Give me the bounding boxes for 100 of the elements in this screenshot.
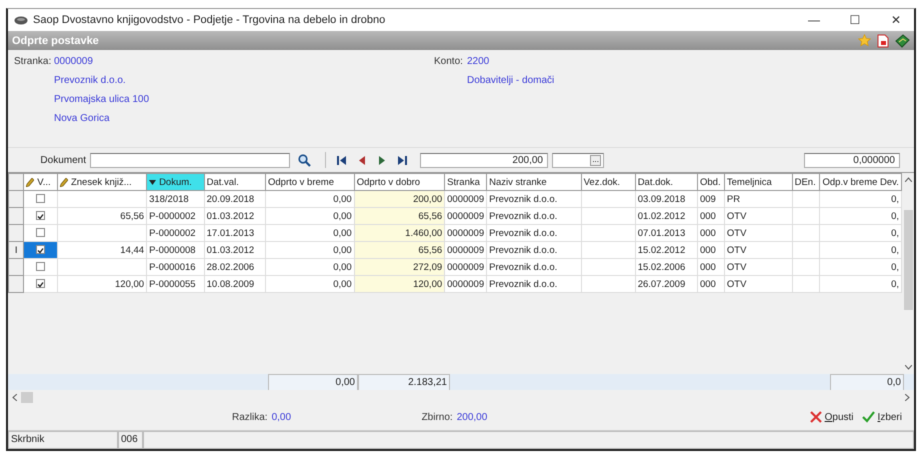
table-cell [792,190,820,208]
table-cell: 14,44 [57,242,147,258]
table-cell [581,242,636,258]
column-header[interactable]: Odprto v breme [265,174,354,190]
table-cell: 65,56 [354,208,445,224]
amount-field[interactable]: 200,00 [420,152,548,168]
table-cell [581,224,636,242]
table-cell: Prevoznik d.o.o. [486,258,582,276]
scroll-up-icon[interactable] [904,177,912,182]
table-cell: 10.08.2009 [204,276,266,292]
table-cell: 009 [697,190,724,208]
scroll-thumb[interactable] [904,210,912,310]
difference-label: Razlika: [232,412,268,422]
difference-value: 0,00 [272,412,292,422]
book-icon[interactable] [895,34,910,48]
table-cell[interactable] [24,242,58,258]
table-cell: 0000009 [444,208,487,224]
table-cell: 20.09.2018 [204,190,266,208]
column-header[interactable]: Odprto v dobro [354,174,445,190]
checkbox[interactable] [36,245,46,254]
table-cell: P-0000055 [146,276,204,292]
table-cell[interactable] [24,190,58,208]
table-cell: 0000009 [444,258,487,276]
column-header[interactable]: Znesek knjiž... [57,174,147,190]
cancel-button[interactable]: Opusti [806,411,858,423]
table-cell: 01.03.2012 [204,208,266,224]
column-header[interactable]: DEn. [792,174,820,190]
table-cell[interactable] [24,208,58,224]
ellipsis-button[interactable]: ... [590,154,601,166]
maximize-button[interactable]: ☐ [837,12,873,28]
column-header[interactable]: Vez.dok. [581,174,636,190]
input-field[interactable] [90,152,290,168]
minimize-button[interactable]: — [796,12,832,28]
table-cell: Prevoznik d.o.o. [486,242,582,258]
scroll-left-icon[interactable] [12,394,17,400]
scroll-right-icon[interactable] [905,394,910,400]
checkmark-icon [37,281,44,288]
status-cell: Skrbnik [8,431,118,449]
checkbox[interactable] [36,279,46,288]
table-cell: PR [724,190,792,208]
table-cell [581,190,636,208]
table-cell: 120,00 [57,276,147,292]
checkmark-icon [862,411,875,423]
table-cell: 01.03.2012 [204,242,266,258]
skip-forward-icon [397,156,407,164]
column-header[interactable]: V... [24,174,58,190]
field-label: Konto: [434,56,464,69]
rate-field[interactable]: 0,000000 [804,152,900,168]
table-cell: 000 [697,224,724,242]
input-field[interactable]: ... [552,152,604,168]
column-header[interactable]: Stranka [444,174,487,190]
table-cell: 000 [697,208,724,224]
total-label: Zbirno: [422,412,453,422]
column-header[interactable]: Temeljnica [724,174,792,190]
checkbox[interactable] [36,211,46,220]
table-cell: 0, [820,276,902,292]
table-cell: Prevoznik d.o.o. [486,276,582,292]
table-cell: 272,09 [354,258,445,276]
table-cell[interactable] [24,224,58,242]
total-cell: 0,00 [268,374,358,390]
close-button[interactable]: ✕ [878,12,914,28]
total-cell: 0,0 [830,374,904,390]
table-cell: 1.460,00 [354,224,445,242]
search-icon[interactable] [298,154,311,166]
checkbox[interactable] [36,194,46,204]
document-icon[interactable] [877,34,889,48]
star-icon[interactable] [858,34,871,46]
table-cell[interactable] [24,276,58,292]
ok-button[interactable]: Izberi [858,411,906,423]
checkmark-icon [37,247,44,254]
table-cell[interactable] [24,258,58,276]
table-cell: 03.09.2018 [635,190,698,208]
field-label: Dokument [39,154,86,166]
table-cell: 0,00 [265,242,354,258]
table-cell: 0, [820,190,902,208]
table-cell: P-0000016 [146,258,204,276]
checkbox[interactable] [36,262,46,272]
table-cell: P-0000008 [146,242,204,258]
table-cell: 000 [697,258,724,276]
app-logo-icon [14,16,28,24]
column-header[interactable]: Odp.v breme Dev. [820,174,902,190]
table-cell: 0000009 [444,242,487,258]
table-cell: 28.02.2006 [204,258,266,276]
scroll-down-icon[interactable] [904,365,912,370]
scroll-thumb[interactable] [21,392,33,402]
column-header[interactable]: Dokum. [146,174,204,190]
table-cell: 0,00 [265,190,354,208]
table-cell [792,224,820,242]
checkmark-icon [37,213,44,220]
field-value: Prvomajska ulica 100 [54,94,150,107]
column-header[interactable]: Naziv stranke [486,174,582,190]
checkbox[interactable] [36,228,46,238]
column-header[interactable]: Dat.val. [204,174,266,190]
field-value: Nova Gorica [54,113,111,126]
field-value: 2200 [467,56,490,69]
column-header[interactable]: Dat.dok. [635,174,698,190]
table-cell: Prevoznik d.o.o. [486,190,582,208]
field-value: Prevoznik d.o.o. [54,75,127,88]
triangle-left-icon [359,156,365,164]
column-header[interactable]: Obd. [697,174,724,190]
